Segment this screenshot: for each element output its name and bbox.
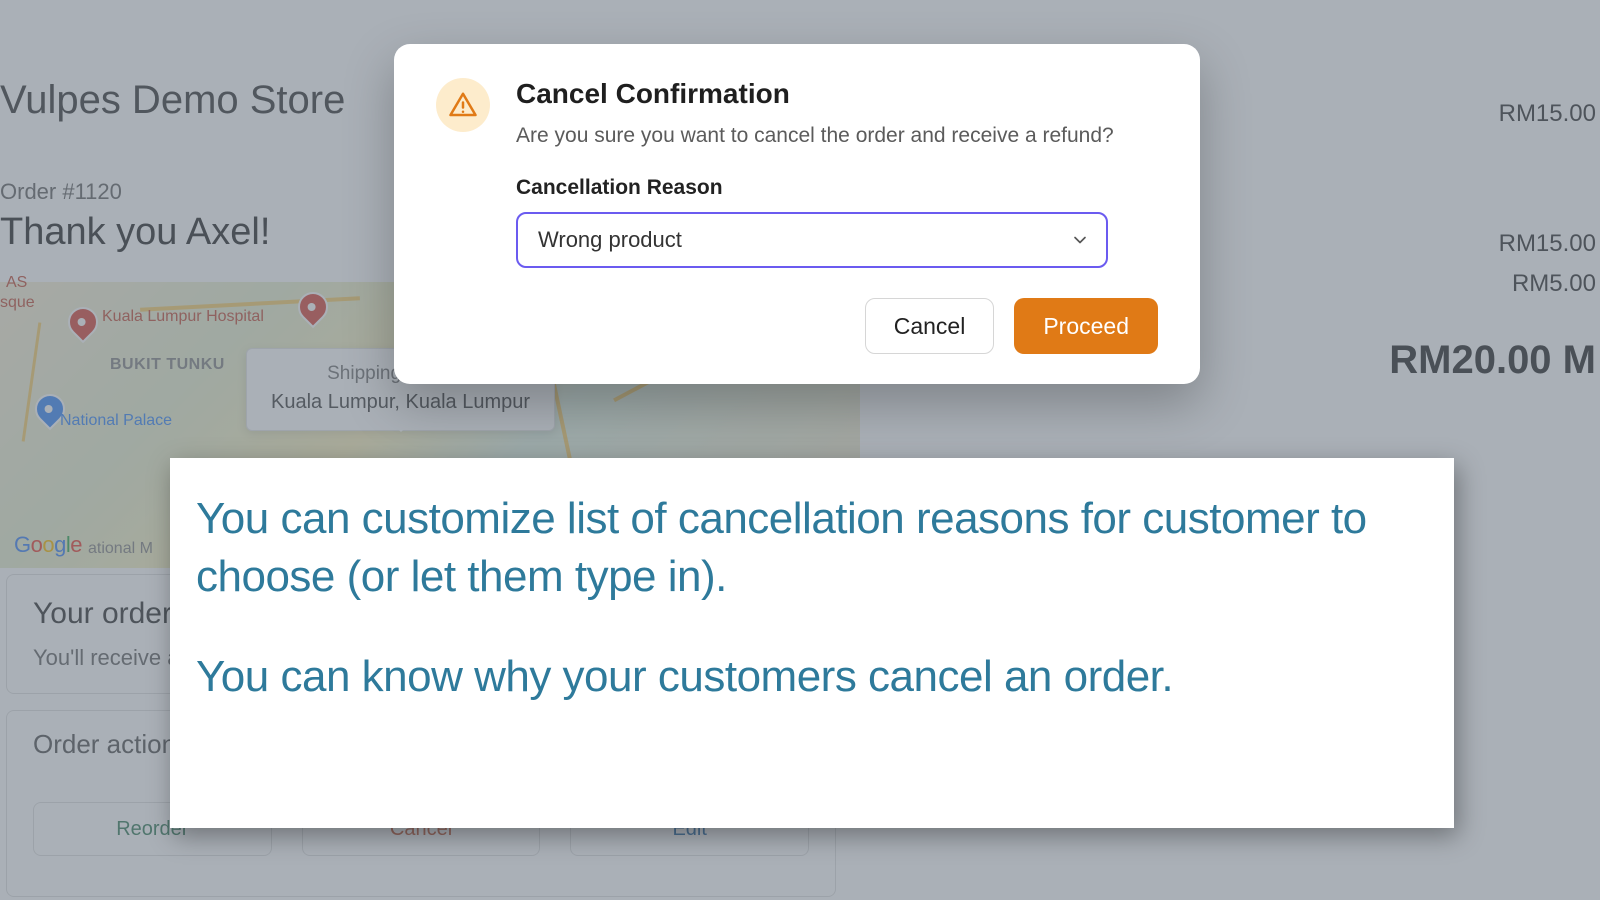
reason-select-value[interactable]: Wrong product [516, 212, 1108, 268]
promo-text-2: You can know why your customers cancel a… [196, 648, 1414, 706]
reason-select[interactable]: Wrong product [516, 212, 1108, 268]
promo-text-1: You can customize list of cancellation r… [196, 490, 1414, 606]
modal-title: Cancel Confirmation [516, 78, 1158, 110]
cancel-confirmation-modal: Cancel Confirmation Are you sure you wan… [394, 44, 1200, 384]
reason-label: Cancellation Reason [516, 176, 1158, 200]
warning-icon [436, 78, 490, 132]
modal-subtitle: Are you sure you want to cancel the orde… [516, 124, 1158, 148]
cancel-button[interactable]: Cancel [865, 298, 995, 354]
promo-overlay: You can customize list of cancellation r… [170, 458, 1454, 828]
proceed-button[interactable]: Proceed [1014, 298, 1158, 354]
